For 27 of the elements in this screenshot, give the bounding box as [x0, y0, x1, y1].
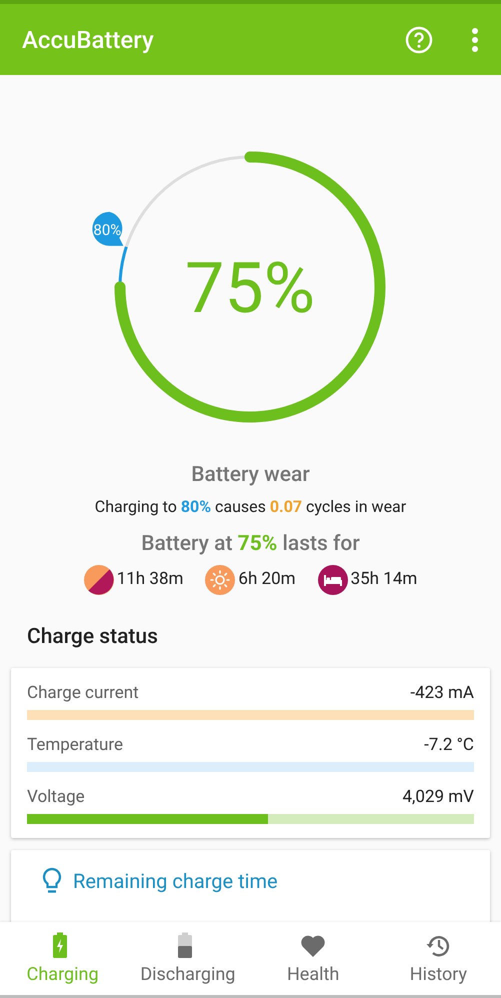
section-heading: Battery wear	[191, 462, 310, 489]
nav-tab[interactable]: Health	[250, 922, 376, 995]
charge-percentage: 75%	[185, 248, 315, 330]
section-heading: Charge status	[27, 624, 158, 651]
more-menu-icon[interactable]	[471, 28, 479, 52]
nav-tab[interactable]: Discharging	[125, 922, 250, 995]
metric-label: Voltage	[27, 786, 85, 808]
section-heading: Battery at 75% lasts for	[141, 531, 360, 558]
battery-time: 6h 20m	[238, 568, 296, 592]
help-icon[interactable]	[405, 26, 433, 54]
charge-limit-label: 80%	[93, 220, 122, 239]
wear-sentence: Charging to 80% causes 0.07 cycles in wear	[94, 496, 406, 518]
lightbulb-icon	[41, 867, 63, 895]
battery-time: 35h 14m	[350, 568, 418, 592]
mixed-usage-icon	[84, 565, 114, 595]
metric-value: 4,029 mV	[402, 786, 474, 808]
app-title: AccuBattery	[22, 24, 155, 56]
nav-tab[interactable]: History	[376, 922, 501, 995]
battery-time: 11h 38m	[116, 568, 184, 592]
tip-title[interactable]: Remaining charge time	[73, 867, 278, 895]
charge-limit-bubble[interactable]	[92, 212, 124, 246]
metric-value: -7.2 °C	[424, 734, 474, 756]
metric-label: Temperature	[27, 734, 124, 756]
metric-label: Charge current	[27, 682, 139, 704]
metric-value: -423 mA	[410, 682, 474, 704]
bed-icon	[318, 565, 348, 595]
sun-icon	[205, 565, 236, 595]
